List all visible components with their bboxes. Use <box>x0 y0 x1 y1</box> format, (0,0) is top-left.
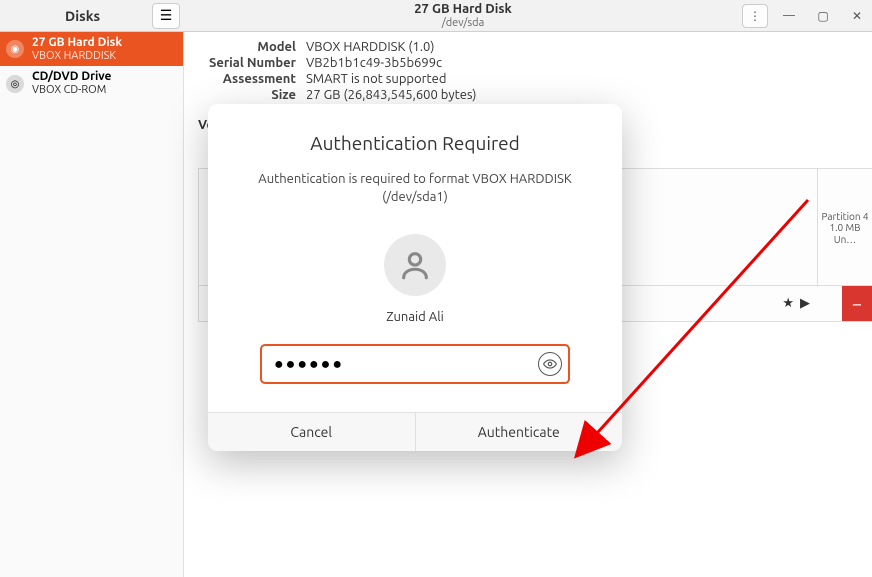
password-wrapper <box>260 344 570 384</box>
auth-dialog: Authentication Required Authentication i… <box>208 104 622 451</box>
eye-icon <box>543 357 557 371</box>
authenticate-button[interactable]: Authenticate <box>415 413 623 451</box>
show-password-button[interactable] <box>538 352 562 376</box>
auth-dialog-user: Zunaid Ali <box>240 310 590 324</box>
auth-dialog-title: Authentication Required <box>240 132 590 154</box>
cancel-button[interactable]: Cancel <box>208 413 415 451</box>
auth-dialog-message: Authentication is required to format VBO… <box>240 170 590 206</box>
person-icon <box>398 248 432 282</box>
auth-overlay: Authentication Required Authentication i… <box>0 0 872 577</box>
auth-dialog-body: Authentication Required Authentication i… <box>208 104 622 412</box>
auth-dialog-actions: Cancel Authenticate <box>208 412 622 451</box>
user-avatar <box>384 234 446 296</box>
password-input[interactable] <box>260 344 570 384</box>
